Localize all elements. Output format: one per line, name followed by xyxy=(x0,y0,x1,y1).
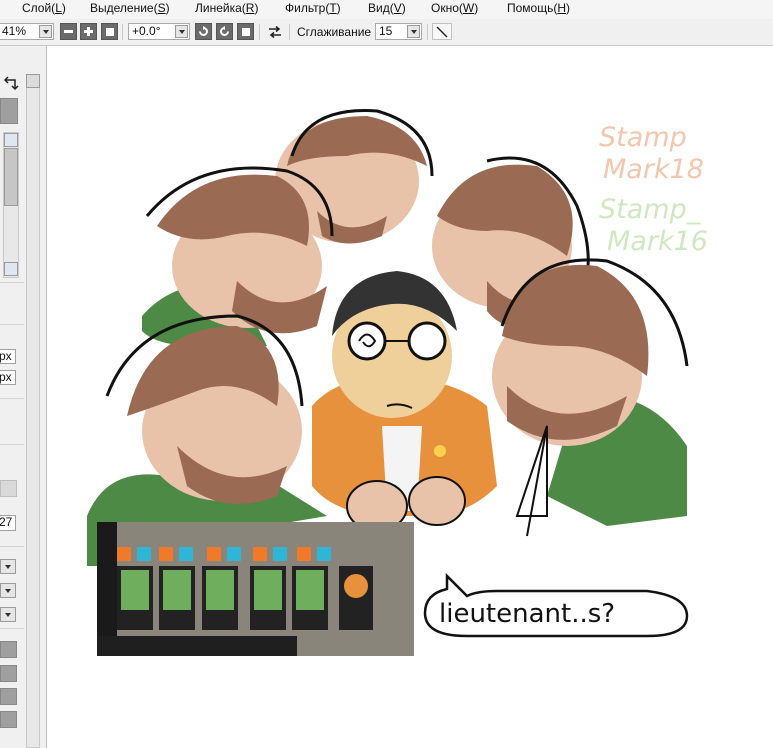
separator xyxy=(122,24,123,40)
diagonal-line-icon xyxy=(436,26,448,37)
chevron-down-icon xyxy=(39,25,52,38)
size-unit-field-1[interactable]: px xyxy=(0,349,16,364)
rotate-left-icon xyxy=(199,26,208,36)
number-value: 27 xyxy=(0,515,13,529)
menu-select[interactable]: Выделение(S) xyxy=(90,1,170,15)
menu-bar: Слой(L) Выделение(S) Линейка(R) Фильтр(T… xyxy=(0,0,773,19)
watermark-text: Mark18 xyxy=(603,154,704,185)
color-swatch[interactable] xyxy=(0,98,18,124)
artwork-illustration: Stamp Mark18 Stamp_ Mark16 lieutenant..s… xyxy=(87,109,708,656)
straight-line-button[interactable] xyxy=(432,23,452,40)
zoom-value: 41% xyxy=(2,24,27,38)
swap-arrows-icon[interactable] xyxy=(3,76,19,92)
divider xyxy=(0,324,24,325)
speech-text: lieutenant..s? xyxy=(439,599,615,629)
dropdown-2[interactable] xyxy=(0,583,16,598)
menu-layer[interactable]: Слой(L) xyxy=(22,1,66,15)
panel-scrollbar[interactable] xyxy=(26,74,40,748)
minus-icon xyxy=(64,30,73,33)
flip-horizontal-button[interactable] xyxy=(266,23,283,40)
menu-view[interactable]: Вид(V) xyxy=(368,1,406,15)
panel-button-2[interactable] xyxy=(0,665,17,682)
separator xyxy=(289,24,290,40)
menu-filter[interactable]: Фильтр(T) xyxy=(285,1,341,15)
separator xyxy=(259,24,260,40)
rotation-reset-button[interactable] xyxy=(237,23,254,40)
divider xyxy=(0,282,24,283)
divider xyxy=(0,398,24,399)
menu-window[interactable]: Окно(W) xyxy=(431,1,478,15)
px-label: px xyxy=(0,370,12,384)
smoothing-select[interactable]: 15 xyxy=(375,23,422,40)
watermark-text: Mark16 xyxy=(607,226,708,257)
menu-ruler[interactable]: Линейка(R) xyxy=(195,1,258,15)
tool-options-bar: 41% +0.0° Сглаживание 15 xyxy=(0,19,773,46)
drawing-canvas[interactable]: Stamp Mark18 Stamp_ Mark16 lieutenant..s… xyxy=(47,46,773,748)
number-field[interactable]: 27 xyxy=(0,515,16,531)
rotate-right-icon xyxy=(220,26,229,36)
plus-icon xyxy=(84,27,93,36)
smoothing-label: Сглаживание xyxy=(297,25,372,39)
dropdown-1[interactable] xyxy=(0,559,16,574)
list-scroll-down-button[interactable] xyxy=(4,262,18,276)
px-label: px xyxy=(0,349,12,363)
zoom-out-button[interactable] xyxy=(60,23,77,40)
zoom-in-button[interactable] xyxy=(80,23,97,40)
panel-button-3[interactable] xyxy=(0,688,17,705)
speech-bubble: lieutenant..s? xyxy=(423,572,689,638)
watermark-text: Stamp_ xyxy=(599,194,701,225)
scroll-up-button[interactable] xyxy=(26,74,40,88)
rotate-left-button[interactable] xyxy=(195,23,212,40)
center-character xyxy=(312,271,497,532)
dropdown-3[interactable] xyxy=(0,607,16,622)
chevron-down-icon xyxy=(407,25,420,38)
divider xyxy=(0,546,24,547)
list-scroll-up-button[interactable] xyxy=(4,133,18,147)
chevron-down-icon xyxy=(175,25,188,38)
panel-button-1[interactable] xyxy=(0,641,17,658)
flip-horizontal-icon xyxy=(268,25,281,38)
inset-photo xyxy=(97,522,414,656)
divider xyxy=(0,444,24,445)
rotate-right-button[interactable] xyxy=(216,23,233,40)
square-icon xyxy=(105,27,114,36)
option-button[interactable] xyxy=(0,480,17,497)
panel-button-4[interactable] xyxy=(0,711,17,728)
left-side-panel: px px 27 xyxy=(0,46,47,748)
zoom-reset-button[interactable] xyxy=(101,23,118,40)
rotation-value: +0.0° xyxy=(132,24,161,38)
rotation-select[interactable]: +0.0° xyxy=(128,23,190,40)
smoothing-value: 15 xyxy=(379,24,393,38)
watermark-text: Stamp xyxy=(599,122,687,153)
menu-help[interactable]: Помощь(H) xyxy=(507,1,570,15)
list-scroll-thumb[interactable] xyxy=(4,148,18,206)
divider xyxy=(0,628,24,629)
separator xyxy=(427,24,428,40)
size-unit-field-2[interactable]: px xyxy=(0,370,16,385)
zoom-select[interactable]: 41% xyxy=(0,23,54,40)
square-icon xyxy=(241,27,250,36)
